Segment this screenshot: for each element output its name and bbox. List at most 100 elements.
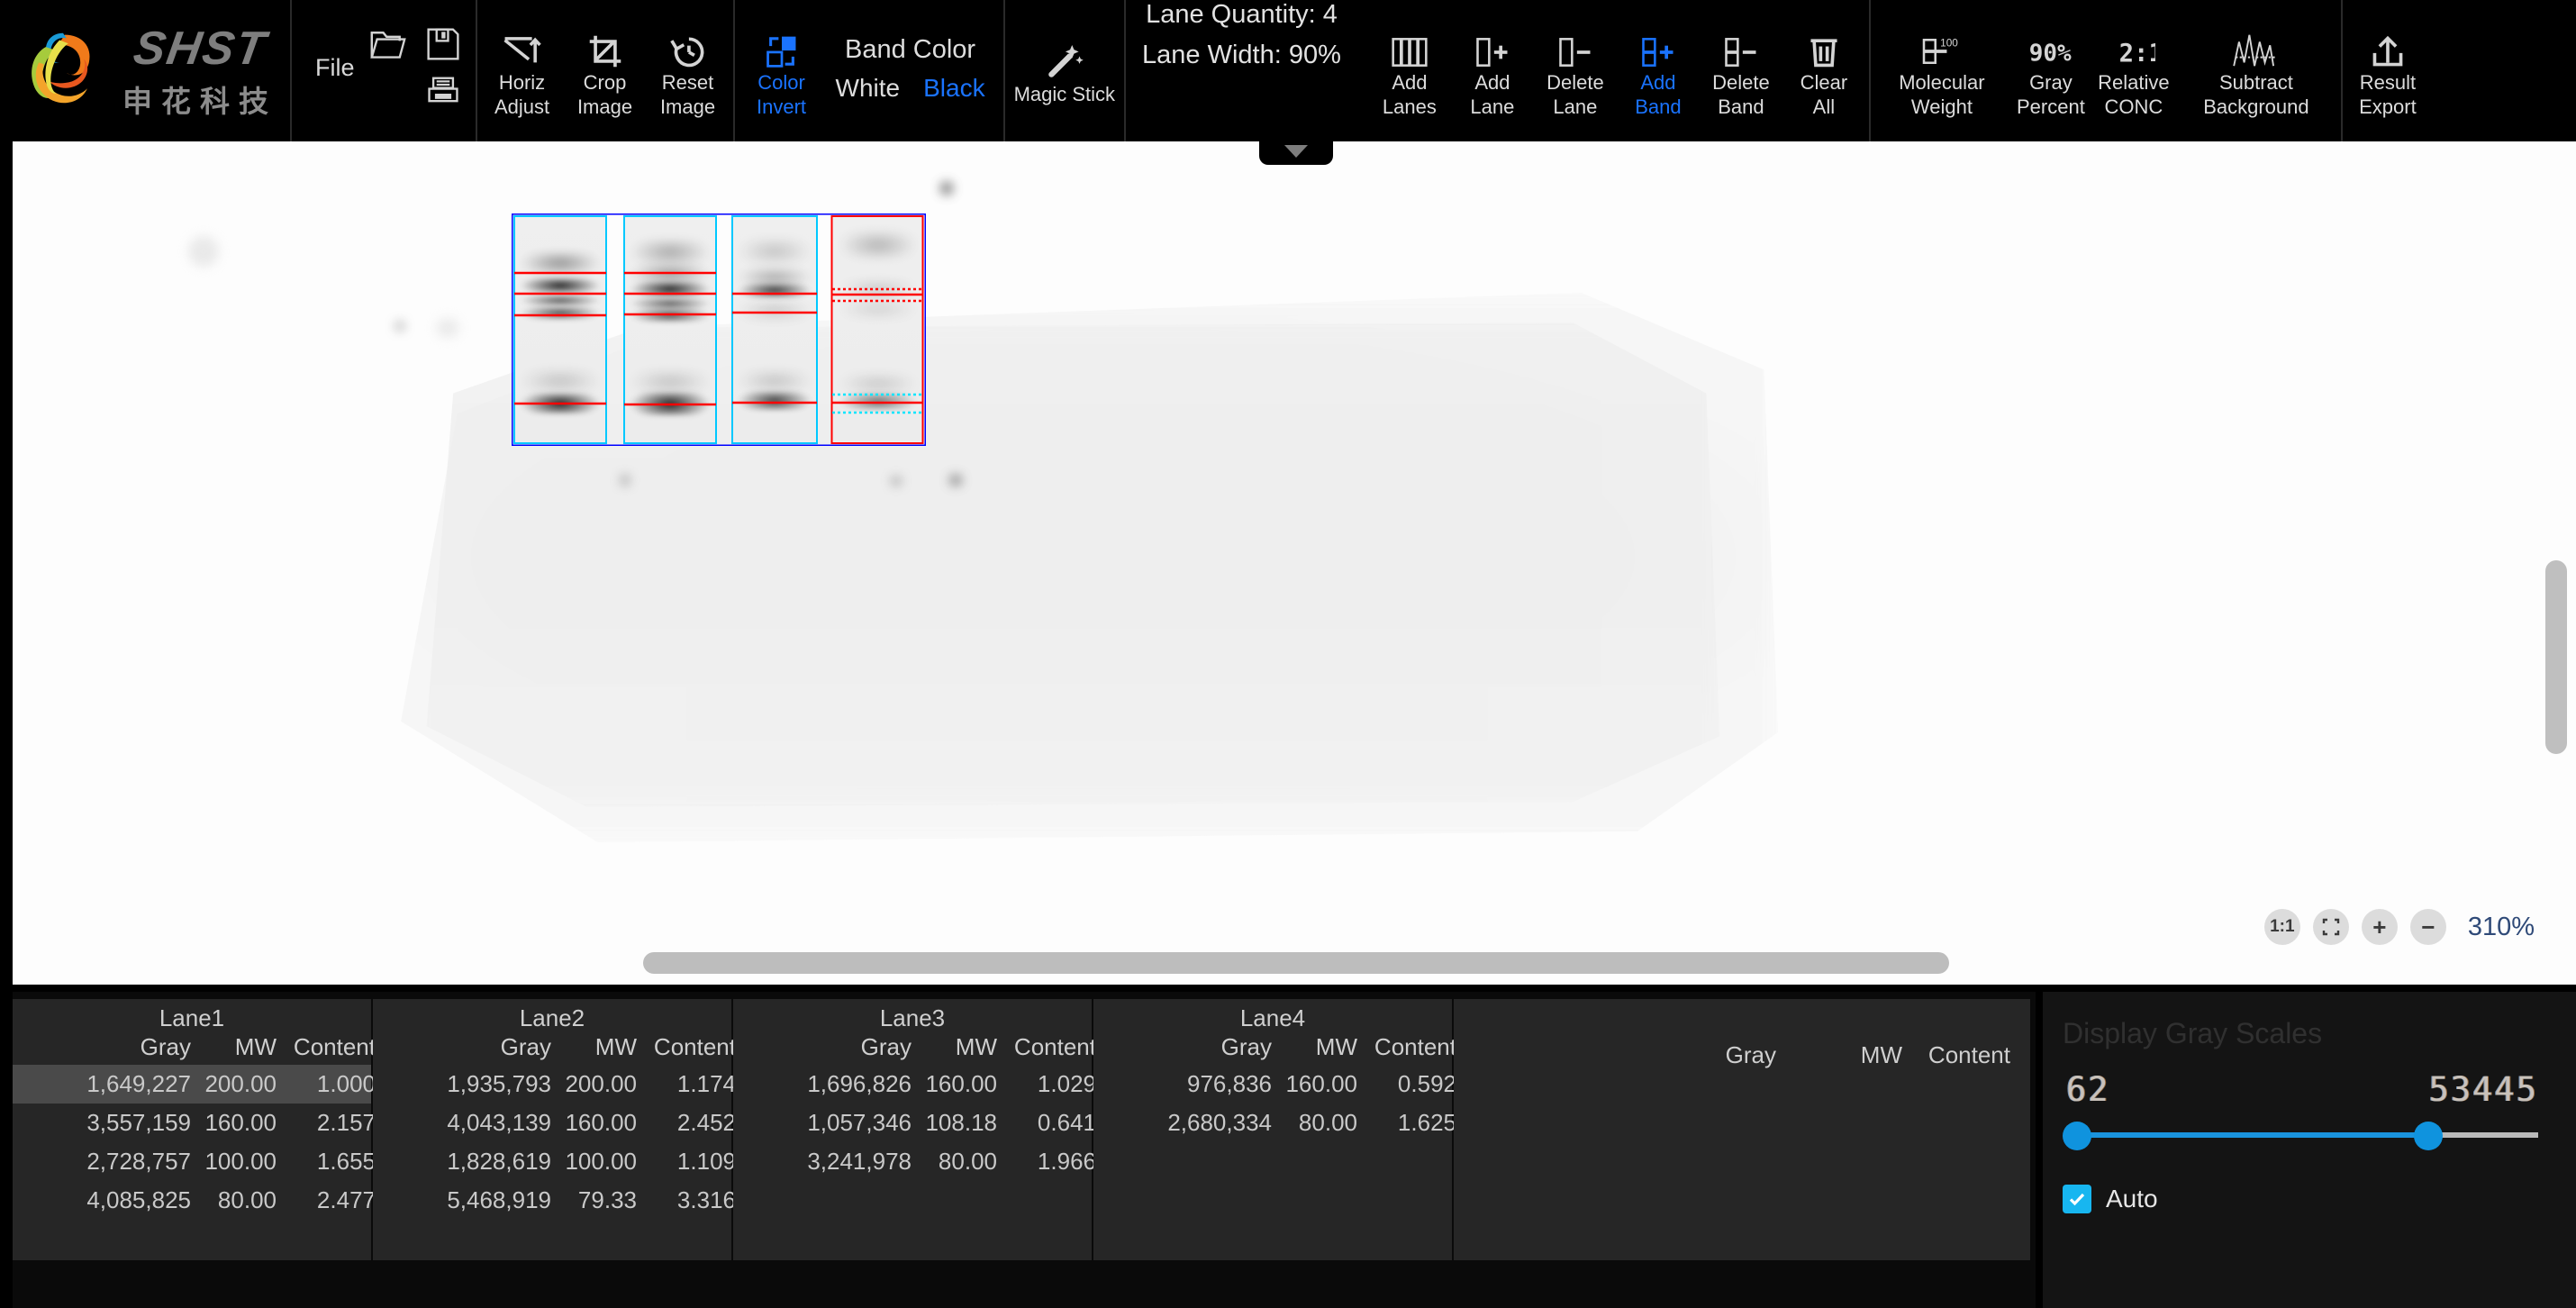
molecular-weight-button[interactable]: 100 Molecular Weight — [1874, 8, 2009, 134]
slider-thumb-max[interactable] — [2413, 1122, 2443, 1150]
shenhua-swirl-logo-icon — [20, 28, 106, 114]
printer-icon[interactable] — [425, 76, 461, 116]
reset-label-bottom: Image — [659, 95, 716, 118]
molecular-weight-label-bottom: Weight — [1910, 95, 1973, 118]
table-row[interactable]: 1,057,346 108.18 0.641 — [733, 1104, 1096, 1142]
zoom-out-icon[interactable]: − — [2409, 909, 2446, 945]
reset-image-button[interactable]: Reset Image — [647, 8, 730, 134]
horiz-adjust-button[interactable]: Horiz Adjust — [481, 8, 564, 134]
cell-mw: 200.00 — [565, 1070, 637, 1097]
auto-checkbox-row[interactable]: Auto — [2063, 1185, 2544, 1213]
table-row[interactable]: 1,649,227 200.00 1.000 — [13, 1065, 376, 1104]
column-header-content: Content — [293, 1033, 376, 1060]
file-group: File — [292, 0, 477, 141]
checkmark-icon[interactable] — [2063, 1185, 2091, 1213]
table-row[interactable]: 1,935,793 200.00 1.174 — [373, 1065, 736, 1104]
fit-screen-icon[interactable] — [2312, 909, 2349, 945]
cell-gray: 1,696,826 — [807, 1070, 912, 1097]
image-tools-group: Horiz Adjust Crop Image Reset Image — [477, 0, 735, 141]
clear-all-label-bottom: All — [1812, 95, 1836, 118]
gray-scale-range-slider[interactable] — [2063, 1116, 2544, 1152]
cell-content: 2.452 — [676, 1109, 736, 1136]
panel-title: Display Gray Scales — [2063, 1017, 2323, 1049]
horizontal-scrollbar[interactable] — [643, 952, 1949, 974]
clear-all-button[interactable]: Clear All — [1782, 8, 1865, 134]
result-export-label-top: Result — [2359, 70, 2417, 94]
delete-lane-label-bottom: Lane — [1553, 95, 1598, 118]
brand-text: SHST 申花科技 — [122, 22, 277, 121]
crop-image-button[interactable]: Crop Image — [564, 8, 647, 134]
toolbar-collapse-button[interactable] — [1259, 141, 1333, 165]
table-row[interactable]: 1,828,619 100.00 1.109 — [373, 1142, 736, 1181]
magic-stick-button[interactable]: Magic Stick — [1009, 8, 1120, 134]
zoom-controls: 1:1 + − 310% — [2263, 909, 2535, 945]
artifact-spot — [949, 475, 962, 486]
delete-lane-button[interactable]: Delete Lane — [1534, 8, 1617, 134]
zoom-in-icon[interactable]: + — [2361, 909, 2398, 945]
one-to-one-icon[interactable]: 1:1 — [2263, 909, 2300, 945]
crop-label-top: Crop — [583, 70, 627, 94]
folder-open-icon[interactable] — [367, 26, 409, 67]
table-row[interactable]: 3,241,978 80.00 1.966 — [733, 1142, 1096, 1181]
lane-table-4[interactable]: Lane4 Gray MW Content 976,836 160.00 0.5… — [1093, 999, 1456, 1260]
chevron-down-icon — [1284, 145, 1308, 158]
gel-image-viewer[interactable]: 1:1 + − 310% — [13, 141, 2576, 985]
trash-icon — [1806, 24, 1842, 69]
lane-title: Lane2 — [519, 1004, 585, 1031]
cell-mw: 160.00 — [204, 1109, 277, 1136]
lane-table-empty[interactable]: Gray MW Content — [1454, 999, 2030, 1260]
add-lanes-button[interactable]: Add Lanes — [1368, 8, 1451, 134]
relative-conc-button[interactable]: 2:1 Relative CONC — [2092, 8, 2175, 134]
table-row[interactable]: 3,557,159 160.00 2.157 — [13, 1104, 376, 1142]
gel-lane-region[interactable] — [512, 213, 926, 446]
band-color-group: Band Color White Black — [832, 35, 998, 106]
table-row[interactable]: 2,728,757 100.00 1.655 — [13, 1142, 376, 1181]
band-color-option-white[interactable]: White — [836, 74, 901, 103]
gray-scale-min-value: 62 — [2066, 1070, 2110, 1109]
vertical-scrollbar[interactable] — [2545, 560, 2567, 754]
band-color-option-black[interactable]: Black — [923, 74, 984, 103]
cell-gray: 5,468,919 — [447, 1186, 551, 1213]
table-row[interactable]: 2,680,334 80.00 1.625 — [1093, 1104, 1456, 1142]
cell-gray: 2,728,757 — [86, 1148, 191, 1175]
artifact-spot — [395, 322, 404, 331]
artifact-spot — [891, 477, 902, 486]
add-lane-button[interactable]: Add Lane — [1451, 8, 1534, 134]
table-row[interactable]: 4,043,139 160.00 2.452 — [373, 1104, 736, 1142]
table-row[interactable]: 5,468,919 79.33 3.316 — [373, 1181, 736, 1220]
svg-text:90%: 90% — [2029, 40, 2072, 67]
cell-mw: 100.00 — [565, 1148, 637, 1175]
table-row[interactable]: 4,085,825 80.00 2.477 — [13, 1181, 376, 1220]
lane-table-2[interactable]: Lane2 Gray MW Content 1,935,793 200.00 1… — [373, 999, 736, 1260]
upload-export-icon — [2368, 24, 2408, 69]
subtract-background-icon — [2230, 24, 2282, 69]
delete-band-button[interactable]: Delete Band — [1700, 8, 1782, 134]
column-header-gray: Gray — [500, 1033, 551, 1060]
gray-percent-button[interactable]: 90% Gray Percent — [2009, 8, 2092, 134]
lane-table-1[interactable]: Lane1 Gray MW Content 1,649,227 200.00 1… — [13, 999, 376, 1260]
floppy-disk-icon[interactable] — [425, 26, 461, 67]
table-row[interactable]: 976,836 160.00 0.592 — [1093, 1065, 1456, 1104]
export-group: Result Export — [2343, 0, 2433, 141]
file-label[interactable]: File — [306, 54, 362, 87]
molecular-weight-label-top: Molecular — [1899, 70, 1985, 94]
color-group: Color Invert Band Color White Black — [735, 0, 1005, 141]
table-row[interactable]: 1,696,826 160.00 1.029 — [733, 1065, 1096, 1104]
gray-percent-label-bottom: Percent — [2016, 95, 2085, 118]
zoom-percent-label: 310% — [2467, 912, 2535, 941]
lane-title: Lane1 — [159, 1004, 225, 1031]
brand-logo-group: SHST 申花科技 — [0, 0, 292, 141]
add-band-button[interactable]: Add Band — [1617, 8, 1700, 134]
cell-content: 1.174 — [676, 1070, 736, 1097]
magic-wand-icon — [1043, 36, 1086, 81]
slider-thumb-min[interactable] — [2063, 1122, 2091, 1150]
lane-band-overlay[interactable] — [512, 213, 926, 446]
subtract-background-label-top: Subtract — [2218, 70, 2293, 94]
color-invert-button[interactable]: Color Invert — [740, 8, 823, 134]
subtract-background-button[interactable]: Subtract Background — [2175, 8, 2337, 134]
lane-table-3[interactable]: Lane3 Gray MW Content 1,696,826 160.00 1… — [733, 999, 1096, 1260]
delete-band-icon — [1721, 24, 1761, 69]
result-export-button[interactable]: Result Export — [2346, 8, 2429, 134]
gray-scale-max-value: 53445 — [2428, 1070, 2538, 1109]
magic-stick-label: Magic Stick — [1013, 83, 1116, 105]
